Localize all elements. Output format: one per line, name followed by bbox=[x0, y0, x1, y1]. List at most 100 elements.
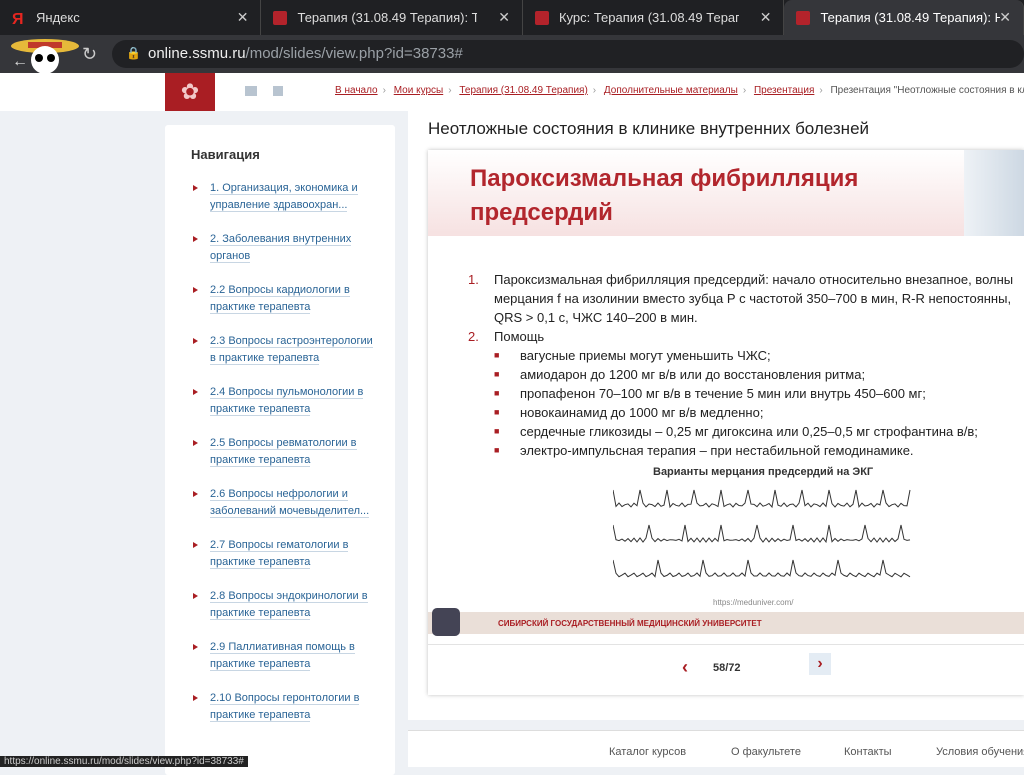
nav-item-label: 2.5 Вопросы ревматологии в практике тера… bbox=[210, 437, 357, 467]
slide-counter: 58/72 bbox=[713, 662, 741, 674]
bullet-icon: ■ bbox=[494, 388, 500, 398]
bullet-item: ■ амиодарон до 1200 мг в/в или до восстан… bbox=[468, 365, 1024, 384]
bullet-icon: ■ bbox=[494, 426, 500, 436]
site-favicon-icon bbox=[273, 10, 288, 25]
breadcrumb-home[interactable]: В начало bbox=[335, 85, 378, 96]
close-icon[interactable]: ✕ bbox=[237, 9, 249, 26]
bullet-icon: ■ bbox=[494, 407, 500, 417]
site-favicon-icon bbox=[534, 10, 549, 25]
tab-yandex[interactable]: Я Яндекс ✕ bbox=[0, 0, 262, 35]
nav-item[interactable]: 2.2 Вопросы кардиологии в практике терап… bbox=[191, 282, 376, 316]
nav-item-label: 2.9 Паллиативная помощь в практике терап… bbox=[210, 641, 355, 671]
bullet-item: ■ вагусные приемы могут уменьшить ЧЖС; bbox=[468, 346, 1024, 365]
image-source: https://meduniver.com/ bbox=[713, 598, 794, 607]
nav-title: Навигация bbox=[191, 147, 260, 162]
tab-label: Терапия (31.08.49 Терапия): Тер bbox=[297, 10, 478, 25]
slide-title: Пароксизмальная фибрилляция предсердий bbox=[470, 165, 859, 226]
bullet-item: ■ новокаинамид до 1000 мг в/в медленно; bbox=[468, 403, 1024, 422]
tab-label: Курс: Терапия (31.08.49 Терапия bbox=[558, 10, 739, 25]
slide-body: 1. Пароксизмальная фибрилляция предсердий… bbox=[468, 270, 1024, 460]
footer-link-faculty[interactable]: О факультете bbox=[731, 746, 801, 758]
bullet-item: ■ сердечные гликозиды – 0,25 мг дигоксина… bbox=[468, 422, 1024, 441]
nav-item[interactable]: 2. Заболевания внутренних органов bbox=[191, 231, 376, 265]
url-field[interactable]: 🔒 online.ssmu.ru/mod/slides/view.php?id=3… bbox=[112, 40, 1024, 68]
tab-therapy-1[interactable]: Терапия (31.08.49 Терапия): Тер ✕ bbox=[261, 0, 523, 35]
reload-icon[interactable]: ↻ bbox=[82, 44, 97, 65]
site-footer: Каталог курсов О факультете Контакты Усл… bbox=[408, 730, 1024, 767]
tab-bar: Я Яндекс ✕ Терапия (31.08.49 Терапия): Тер… bbox=[0, 0, 1024, 35]
tab-course[interactable]: Курс: Терапия (31.08.49 Терапия ✕ bbox=[523, 0, 785, 35]
footer-link-contacts[interactable]: Контакты bbox=[844, 746, 892, 758]
svg-text:←: ← bbox=[12, 53, 28, 70]
breadcrumb-materials[interactable]: Дополнительные материалы bbox=[604, 85, 738, 96]
bullet-text: электро-импульсная терапия – при нестаби… bbox=[520, 443, 914, 458]
nav-item-label: 2. Заболевания внутренних органов bbox=[210, 233, 352, 263]
status-bar-url: https://online.ssmu.ru/mod/slides/view.p… bbox=[0, 756, 248, 767]
list-number: 2. bbox=[468, 329, 479, 344]
footer-link-terms[interactable]: Условия обучения bbox=[936, 746, 1024, 758]
nav-item-label: 2.2 Вопросы кардиологии в практике терап… bbox=[210, 284, 350, 314]
close-icon[interactable]: ✕ bbox=[498, 9, 510, 26]
next-slide-button[interactable]: › bbox=[809, 653, 831, 675]
nav-item-label: 2.3 Вопросы гастроэнтерологии в практике… bbox=[210, 335, 373, 365]
navigation-block: Навигация 1. Организация, экономика и уп… bbox=[165, 125, 395, 775]
bullet-text: сердечные гликозиды – 0,25 мг дигоксина … bbox=[520, 424, 978, 439]
nav-item-label: 2.7 Вопросы гематологии в практике терап… bbox=[210, 539, 349, 569]
nav-item[interactable]: 2.7 Вопросы гематологии в практике терап… bbox=[191, 537, 376, 571]
ecg-image bbox=[613, 489, 911, 578]
url-host: online.ssmu.ru bbox=[148, 45, 246, 62]
stethoscope-image bbox=[964, 150, 1024, 236]
close-icon[interactable]: ✕ bbox=[999, 9, 1011, 26]
tab-label: Яндекс bbox=[36, 10, 80, 25]
skull-avatar-icon[interactable]: ← bbox=[10, 36, 80, 76]
nav-item[interactable]: 2.8 Вопросы эндокринологии в практике те… bbox=[191, 588, 376, 622]
footer-link-catalog[interactable]: Каталог курсов bbox=[609, 746, 686, 758]
breadcrumb-course[interactable]: Терапия (31.08.49 Терапия) bbox=[459, 85, 587, 96]
slide-point-2: Помощь bbox=[494, 329, 545, 344]
close-icon[interactable]: ✕ bbox=[760, 9, 772, 26]
lock-icon: 🔒 bbox=[126, 46, 141, 60]
bullet-text: пропафенон 70–100 мг в/в в течение 5 мин… bbox=[520, 386, 926, 401]
tonometer-image bbox=[432, 608, 460, 636]
slide-footer: СИБИРСКИЙ ГОСУДАРСТВЕННЫЙ МЕДИЦИНСКИЙ УН… bbox=[428, 612, 1024, 634]
breadcrumb: В начало › Мои курсы › Терапия (31.08.49 Т… bbox=[335, 85, 1024, 96]
nav-item[interactable]: 2.9 Паллиативная помощь в практике терап… bbox=[191, 639, 376, 673]
ecg-title: Варианты мерцания предсердий на ЭКГ bbox=[653, 466, 874, 478]
nav-item[interactable]: 1. Организация, экономика и управление з… bbox=[191, 180, 376, 214]
tab-active[interactable]: Терапия (31.08.49 Терапия): Нео ✕ bbox=[784, 0, 1024, 35]
yandex-icon: Я bbox=[12, 10, 24, 28]
bullet-icon: ■ bbox=[494, 350, 500, 360]
nav-item-label: 1. Организация, экономика и управление з… bbox=[210, 182, 358, 212]
nav-item-label: 2.8 Вопросы эндокринологии в практике те… bbox=[210, 590, 368, 620]
slide-point-1: Пароксизмальная фибрилляция предсердий: … bbox=[494, 272, 1014, 325]
nav-item-label: 2.10 Вопросы геронтологии в практике тер… bbox=[210, 692, 360, 722]
bullet-item: ■ электро-импульсная терапия – при нестаб… bbox=[468, 441, 1024, 460]
breadcrumb-current: Презентация "Неотложные состояния в клин… bbox=[830, 85, 1024, 96]
bullet-text: вагусные приемы могут уменьшить ЧЖС; bbox=[520, 348, 771, 363]
bullet-text: амиодарон до 1200 мг в/в или до восстано… bbox=[520, 367, 866, 382]
slide: Пароксизмальная фибрилляция предсердий 1… bbox=[428, 150, 1024, 695]
site-favicon-icon bbox=[796, 10, 811, 25]
bullet-text: новокаинамид до 1000 мг в/в медленно; bbox=[520, 405, 764, 420]
bullet-icon: ■ bbox=[494, 369, 500, 379]
calendar-icon[interactable] bbox=[273, 86, 283, 96]
breadcrumb-presentation[interactable]: Презентация bbox=[754, 85, 814, 96]
slide-pager: ‹ 58/72 › bbox=[428, 644, 1024, 695]
nav-item[interactable]: 2.3 Вопросы гастроэнтерологии в практике… bbox=[191, 333, 376, 367]
nav-item[interactable]: 2.6 Вопросы нефрологии и заболеваний моч… bbox=[191, 486, 376, 520]
nav-item[interactable]: 2.5 Вопросы ревматологии в практике тера… bbox=[191, 435, 376, 469]
url-path: /mod/slides/view.php?id=38733# bbox=[245, 45, 463, 62]
nav-item-label: 2.4 Вопросы пульмонологии в практике тер… bbox=[210, 386, 364, 416]
page-title: Неотложные состояния в клинике внутренни… bbox=[428, 119, 870, 138]
university-logo[interactable]: ✿ bbox=[165, 73, 215, 111]
nav-item[interactable]: 2.10 Вопросы геронтологии в практике тер… bbox=[191, 690, 376, 724]
nav-item[interactable]: 2.4 Вопросы пульмонологии в практике тер… bbox=[191, 384, 376, 418]
prev-slide-button[interactable]: ‹ bbox=[682, 657, 688, 678]
tab-label: Терапия (31.08.49 Терапия): Нео bbox=[820, 10, 1001, 25]
mail-icon[interactable] bbox=[245, 86, 257, 96]
breadcrumb-my-courses[interactable]: Мои курсы bbox=[394, 85, 444, 96]
nav-item-label: 2.6 Вопросы нефрологии и заболеваний моч… bbox=[210, 488, 370, 518]
bullet-icon: ■ bbox=[494, 445, 500, 455]
slide-header: Пароксизмальная фибрилляция предсердий bbox=[428, 150, 1024, 236]
bullet-item: ■ пропафенон 70–100 мг в/в в течение 5 ми… bbox=[468, 384, 1024, 403]
